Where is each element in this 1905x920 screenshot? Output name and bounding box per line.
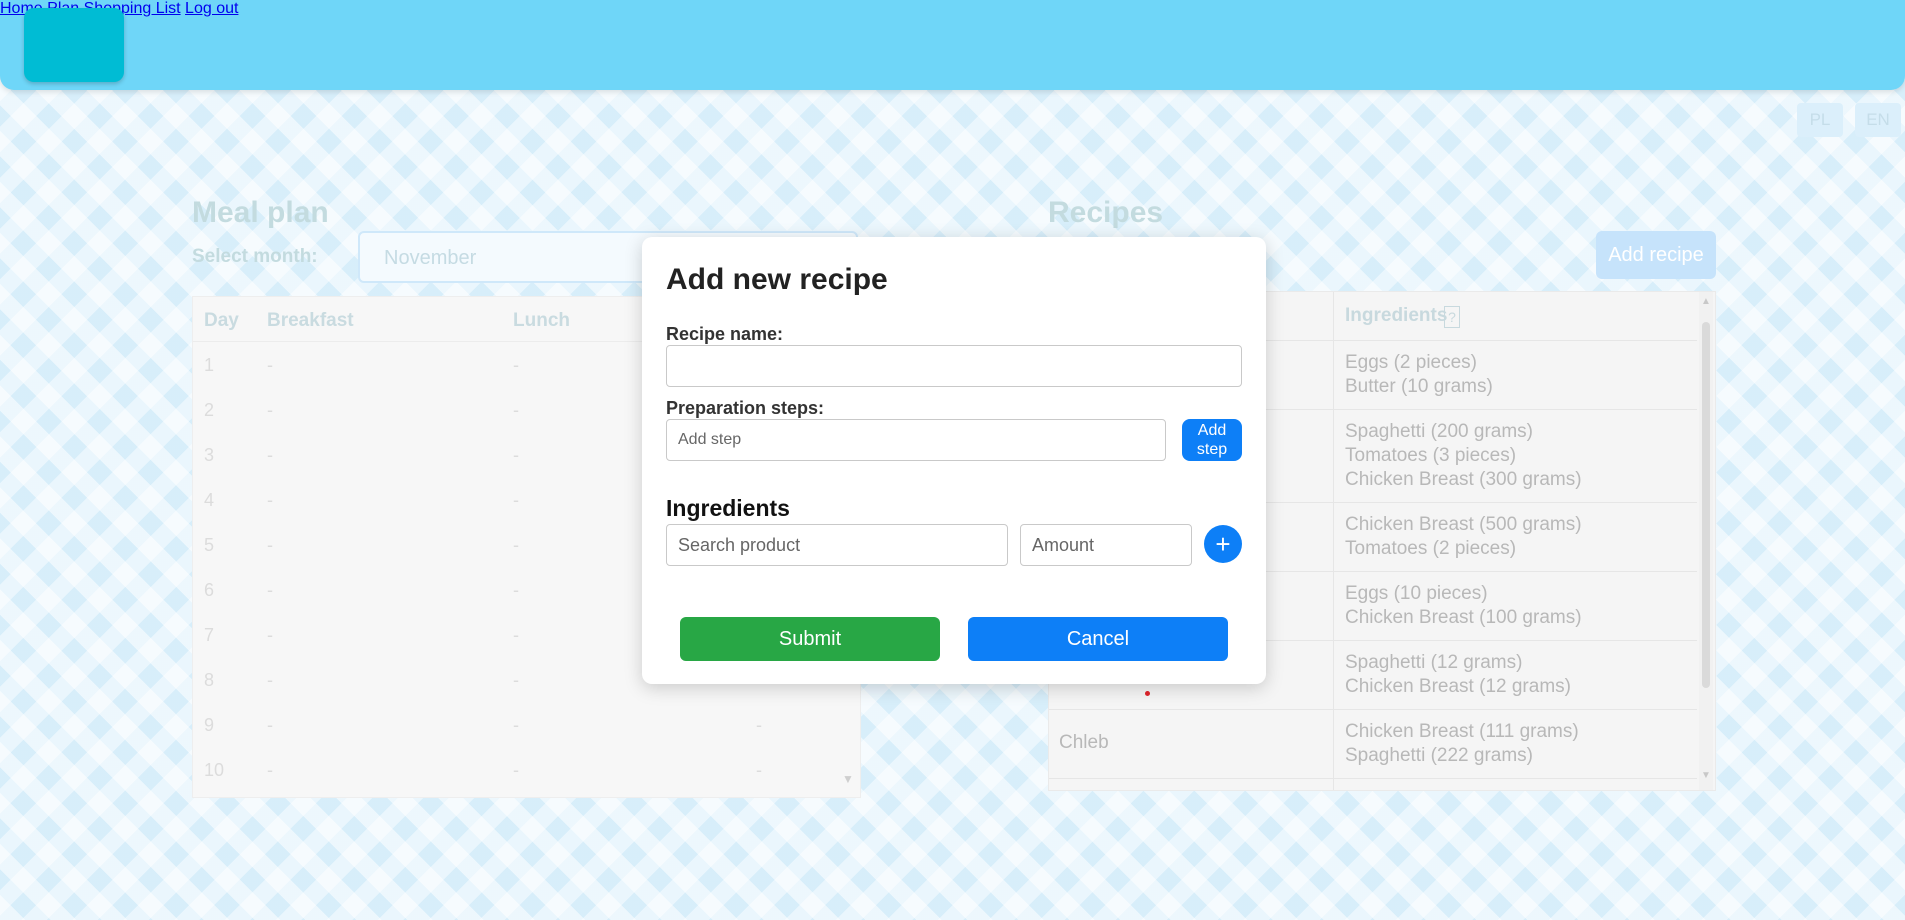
breakfast-cell: - xyxy=(267,535,273,555)
day-cell: 7 xyxy=(204,625,215,645)
ingredient-item: Chicken Breast (500 grams) xyxy=(1345,514,1582,535)
lunch-cell: - xyxy=(513,625,519,645)
recipes-scrollbar[interactable]: ▲ ▼ xyxy=(1699,292,1713,790)
column-breakfast: Breakfast xyxy=(267,310,354,331)
language-en-button[interactable]: EN xyxy=(1855,103,1901,137)
ingredients-heading: Ingredients xyxy=(666,495,790,521)
scrollbar-thumb[interactable] xyxy=(1702,322,1710,688)
day-cell: 2 xyxy=(204,400,215,420)
nav-log-out[interactable]: Log out xyxy=(185,0,238,17)
lunch-cell: - xyxy=(513,400,519,420)
lunch-cell: - xyxy=(513,535,519,555)
ingredient-item: Eggs (10 pieces) xyxy=(1345,583,1488,604)
add-step-button[interactable]: Add step xyxy=(1182,419,1242,461)
recipe-name-label: Recipe name: xyxy=(666,324,784,344)
ingredient-item: Chicken Breast (300 grams) xyxy=(1345,469,1582,490)
table-row[interactable]: Chleb Chicken Breast (111 grams) Spaghet… xyxy=(1049,710,1697,779)
help-icon[interactable]: ? xyxy=(1444,306,1460,328)
lunch-cell: - xyxy=(513,715,519,735)
app-logo[interactable] xyxy=(24,8,124,82)
breakfast-cell: - xyxy=(267,670,273,690)
ingredient-item: Eggs (2 pieces) xyxy=(1345,352,1478,373)
day-cell: 1 xyxy=(204,355,215,375)
column-day: Day xyxy=(204,310,239,331)
ingredient-item: Butter (10 grams) xyxy=(1345,376,1493,397)
amount-input[interactable] xyxy=(1020,524,1192,566)
ingredient-item: Chicken Breast (12 grams) xyxy=(1345,676,1571,697)
cancel-button[interactable]: Cancel xyxy=(968,617,1228,661)
cursor-dot xyxy=(1145,691,1150,696)
add-recipe-dialog: Add new recipe Recipe name: Preparation … xyxy=(642,237,1266,684)
add-step-input[interactable] xyxy=(666,419,1166,461)
ingredients-cell: Chicken Breast (111 grams) Spaghetti (22… xyxy=(1345,720,1579,768)
dinner-cell: - xyxy=(756,760,762,780)
breakfast-cell: - xyxy=(267,760,273,780)
recipe-name-cell: Chleb xyxy=(1059,732,1109,753)
top-navbar: Home Plan Shopping List Log out xyxy=(0,0,1905,90)
breakfast-cell: - xyxy=(267,400,273,420)
recipes-title: Recipes xyxy=(1048,196,1164,229)
breakfast-cell: - xyxy=(267,355,273,375)
table-row[interactable]: 10 - - - xyxy=(193,760,860,790)
ingredient-item: Tomatoes (3 pieces) xyxy=(1345,445,1517,466)
scroll-down-arrow-icon[interactable]: ▼ xyxy=(1701,770,1711,781)
day-cell: 8 xyxy=(204,670,215,690)
column-lunch: Lunch xyxy=(513,310,570,331)
language-pl-button[interactable]: PL xyxy=(1797,103,1843,137)
day-cell: 6 xyxy=(204,580,215,600)
day-cell: 5 xyxy=(204,535,215,555)
breakfast-cell: - xyxy=(267,715,273,735)
dinner-cell: - xyxy=(756,715,762,735)
ingredients-cell: Spaghetti (12 grams) Chicken Breast (12 … xyxy=(1345,651,1571,699)
lunch-cell: - xyxy=(513,580,519,600)
day-cell: 9 xyxy=(204,715,215,735)
lunch-cell: - xyxy=(513,355,519,375)
recipe-name-input[interactable] xyxy=(666,345,1242,387)
scroll-down-arrow-icon[interactable]: ▼ xyxy=(842,772,854,786)
ingredients-cell: Eggs (2 pieces) Butter (10 grams) xyxy=(1345,351,1493,399)
preparation-steps-label: Preparation steps: xyxy=(666,398,825,418)
lunch-cell: - xyxy=(513,445,519,465)
breakfast-cell: - xyxy=(267,580,273,600)
day-cell: 3 xyxy=(204,445,215,465)
dialog-title: Add new recipe xyxy=(666,263,888,296)
ingredient-item: Tomatoes (2 pieces) xyxy=(1345,538,1517,559)
ingredient-item: Chicken Breast (111 grams) xyxy=(1345,721,1579,742)
add-recipe-button[interactable]: Add recipe xyxy=(1596,231,1716,279)
lunch-cell: - xyxy=(513,670,519,690)
ingredients-cell: Spaghetti (200 grams) Tomatoes (3 pieces… xyxy=(1345,420,1582,492)
ingredient-item: Spaghetti (12 grams) xyxy=(1345,652,1523,673)
ingredient-item: Spaghetti (222 grams) xyxy=(1345,745,1533,766)
lunch-cell: - xyxy=(513,490,519,510)
ingredient-item: Chicken Breast (100 grams) xyxy=(1345,607,1582,628)
meal-plan-title: Meal plan xyxy=(192,196,329,229)
day-cell: 10 xyxy=(204,760,225,780)
select-month-label: Select month: xyxy=(192,246,318,267)
breakfast-cell: - xyxy=(267,625,273,645)
submit-button[interactable]: Submit xyxy=(680,617,940,661)
search-product-input[interactable] xyxy=(666,524,1008,566)
ingredients-cell: Chicken Breast (500 grams) Tomatoes (2 p… xyxy=(1345,513,1582,561)
breakfast-cell: - xyxy=(267,490,273,510)
add-ingredient-plus-icon[interactable]: + xyxy=(1204,525,1242,563)
breakfast-cell: - xyxy=(267,445,273,465)
ingredient-item: Spaghetti (200 grams) xyxy=(1345,421,1533,442)
lunch-cell: - xyxy=(513,760,519,780)
day-cell: 4 xyxy=(204,490,215,510)
table-row[interactable]: 9 - - - xyxy=(193,715,860,745)
column-ingredients: Ingredients xyxy=(1345,305,1448,326)
ingredients-cell: Eggs (10 pieces) Chicken Breast (100 gra… xyxy=(1345,582,1582,630)
scroll-up-arrow-icon[interactable]: ▲ xyxy=(1701,296,1711,307)
